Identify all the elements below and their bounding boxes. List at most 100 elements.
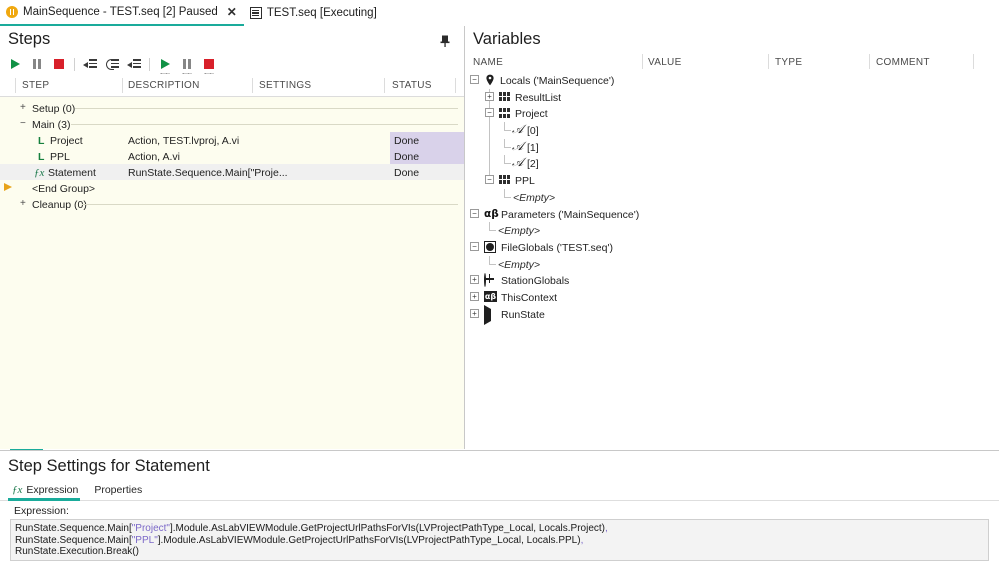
- step-name: PPL: [50, 151, 70, 163]
- expander-icon[interactable]: −: [470, 208, 479, 218]
- variable-name: ResultList: [515, 91, 562, 104]
- sequence-file-icon: [249, 7, 262, 19]
- status-badge: Done: [394, 151, 420, 163]
- status-badge: Done: [394, 135, 420, 147]
- document-tab-mainsequence[interactable]: MainSequence - TEST.seq [2] Paused ✕: [0, 0, 244, 26]
- tree-row-fileglobals[interactable]: − FileGlobals ('TEST.seq'): [465, 239, 999, 256]
- table-row[interactable]: ƒx Statement RunState.Sequence.Main["Pro…: [0, 164, 464, 180]
- string-A-icon: 𝒜: [512, 155, 524, 170]
- expander-icon[interactable]: +: [20, 199, 26, 209]
- table-row[interactable]: + Cleanup (0): [0, 196, 464, 212]
- expander-icon[interactable]: +: [470, 291, 479, 301]
- steps-panel: Steps STEP DESCRIPTION SETTINGS STATUS +…: [0, 26, 465, 475]
- column-header-name[interactable]: NAME: [473, 57, 503, 68]
- step-into-icon: [83, 58, 97, 70]
- variable-name: Project: [515, 108, 548, 121]
- step-settings-panel: Step Settings for Statement ƒx Expressio…: [0, 450, 999, 568]
- file-globals-icon: [484, 240, 496, 253]
- column-header-settings[interactable]: SETTINGS: [259, 80, 311, 91]
- tree-row-ppl[interactable]: − PPL Array of Strings[0..empty]: [465, 172, 999, 189]
- variable-name: [1]: [527, 141, 539, 154]
- run-button[interactable]: [4, 54, 26, 74]
- variable-name: <Empty>: [498, 225, 541, 238]
- step-name: Main (3): [32, 119, 71, 131]
- step-over-icon: [105, 58, 119, 70]
- variable-name: RunState: [501, 308, 545, 321]
- expander-icon[interactable]: −: [485, 108, 494, 118]
- steps-grid: + Setup (0) − Main (3) L Project Action,…: [0, 97, 464, 450]
- tree-row-stationglobals[interactable]: + StationGlobals: [465, 272, 999, 289]
- close-icon[interactable]: ✕: [227, 5, 237, 19]
- terminate-all-button[interactable]: [198, 54, 220, 74]
- expression-input[interactable]: RunState.Sequence.Main["Project"].Module…: [10, 519, 989, 561]
- resume-all-button[interactable]: [154, 54, 176, 74]
- tree-row-project-1[interactable]: 𝒜 [1] "My Computer\TEST.lvlib\B.vi" Stri…: [465, 138, 999, 156]
- variable-name: [2]: [527, 158, 539, 171]
- tab-properties[interactable]: Properties: [90, 482, 154, 500]
- expander-icon[interactable]: −: [470, 75, 479, 84]
- step-name: Statement: [48, 167, 96, 179]
- toolbar-divider: [74, 57, 75, 71]
- step-over-button[interactable]: [101, 54, 123, 74]
- expander-icon[interactable]: +: [470, 308, 479, 318]
- tree-row-resultlist[interactable]: + ResultList Array of Result[0..2]: [465, 88, 999, 106]
- pushpin-icon[interactable]: [438, 34, 452, 48]
- step-settings-title: Step Settings for Statement: [8, 457, 210, 475]
- column-header-type[interactable]: TYPE: [775, 57, 802, 68]
- tree-row-thiscontext[interactable]: + αβ ThisContext Sequence Context: [465, 289, 999, 306]
- column-header-step[interactable]: STEP: [22, 80, 49, 91]
- tree-row-locals[interactable]: − Locals ('MainSequence'): [465, 72, 999, 89]
- table-row[interactable]: − Main (3): [0, 116, 464, 132]
- expander-icon[interactable]: −: [470, 241, 479, 251]
- table-row[interactable]: L PPL Action, A.vi Done: [0, 148, 464, 164]
- tree-row-project-0[interactable]: 𝒜 [0] "My Computer\TEST.lvlib\A.vi" Stri…: [465, 122, 999, 140]
- step-out-icon: [127, 58, 141, 70]
- column-header-status[interactable]: STATUS: [392, 80, 432, 91]
- expression-line: RunState.Sequence.Main["Project"].Module…: [15, 523, 608, 534]
- execution-pointer-arrow: [4, 183, 12, 191]
- tree-row-project[interactable]: − Project Array of Strings[0..2]: [465, 105, 999, 123]
- expander-icon[interactable]: +: [485, 91, 494, 101]
- variable-name: FileGlobals ('TEST.seq'): [501, 241, 613, 254]
- tree-row-runstate[interactable]: + RunState: [465, 304, 999, 325]
- step-out-button[interactable]: [123, 54, 145, 74]
- tree-row-project-2[interactable]: 𝒜 [2] "My Computer\TEST.lvlib\C.vi" Stri…: [465, 155, 999, 173]
- expander-icon[interactable]: +: [470, 275, 479, 285]
- context-icon: αβ: [484, 290, 497, 302]
- table-row[interactable]: L Project Action, TEST.lvproj, A.vi Done: [0, 132, 464, 148]
- variable-name: <Empty>: [498, 258, 541, 271]
- expander-icon[interactable]: +: [20, 103, 26, 113]
- document-tab-label: MainSequence - TEST.seq [2] Paused: [23, 6, 218, 18]
- table-row[interactable]: + Setup (0): [0, 100, 464, 116]
- status-badge: Done: [394, 167, 420, 179]
- pause-circle-icon: [6, 6, 18, 18]
- variables-panel: Variables NAME VALUE TYPE COMMENT − Loca…: [465, 26, 999, 449]
- column-header-comment[interactable]: COMMENT: [876, 57, 930, 68]
- break-all-button[interactable]: [176, 54, 198, 74]
- table-row[interactable]: <End Group>: [0, 180, 464, 196]
- expander-icon[interactable]: −: [485, 175, 494, 185]
- column-header-description[interactable]: DESCRIPTION: [128, 80, 200, 91]
- step-into-button[interactable]: [79, 54, 101, 74]
- tree-row-parameters[interactable]: − αβ Parameters ('MainSequence'): [465, 206, 999, 223]
- play-dots-icon: [160, 59, 170, 69]
- expander-icon[interactable]: −: [20, 119, 26, 129]
- document-tab-testseq[interactable]: TEST.seq [Executing]: [244, 0, 384, 26]
- column-header-value[interactable]: VALUE: [648, 57, 682, 68]
- step-name: <End Group>: [32, 183, 96, 195]
- array-grid-icon: [499, 174, 511, 186]
- toolbar-divider: [149, 57, 150, 71]
- step-name: Project: [50, 135, 83, 147]
- step-description: Action, TEST.lvproj, A.vi: [128, 135, 240, 147]
- tab-expression[interactable]: ƒx Expression: [8, 482, 90, 501]
- dots-decoration: [160, 72, 170, 74]
- array-grid-icon: [499, 107, 511, 119]
- pause-button[interactable]: [26, 54, 48, 74]
- document-tab-label: TEST.seq [Executing]: [266, 7, 377, 19]
- variables-tree: − Locals ('MainSequence') + ResultList A…: [465, 72, 999, 449]
- terminate-button[interactable]: [48, 54, 70, 74]
- string-A-icon: 𝒜: [512, 138, 524, 153]
- execution-toolbar: [0, 52, 464, 76]
- stop-dots-icon: [204, 59, 214, 69]
- stop-icon: [54, 59, 64, 69]
